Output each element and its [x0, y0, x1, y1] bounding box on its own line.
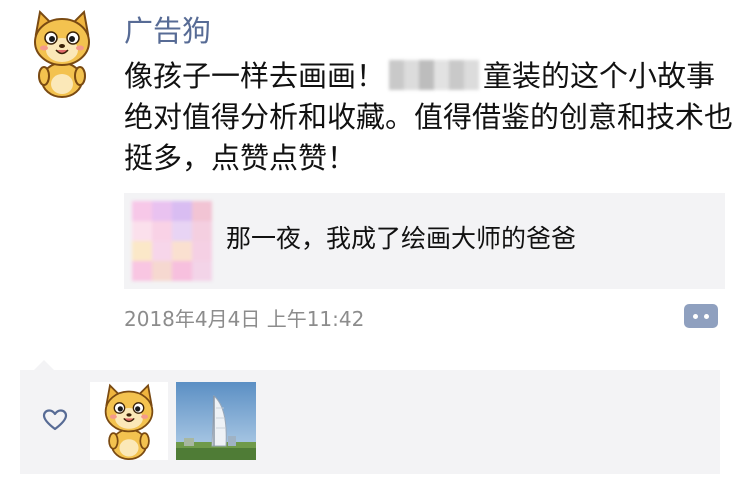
liker-avatar-shiba[interactable]: [90, 382, 168, 460]
link-thumbnail: [132, 201, 212, 281]
comment-dot: [704, 313, 709, 319]
link-title: 那一夜，我成了绘画大师的爸爸: [226, 224, 577, 253]
likes-panel: [20, 360, 720, 474]
liker-avatar-building[interactable]: [176, 382, 256, 460]
shiba-avatar-icon: [34, 9, 90, 98]
sail-tower-photo-icon: [176, 382, 256, 460]
post-text-start: 像孩子一样去画画！: [124, 59, 386, 93]
redacted-brand-name: [389, 60, 480, 90]
heart-outline-icon: [42, 409, 68, 431]
author-avatar[interactable]: [22, 8, 102, 98]
shiba-avatar-icon: [104, 383, 154, 460]
shared-link-card[interactable]: 那一夜，我成了绘画大师的爸爸: [124, 193, 725, 289]
comment-button[interactable]: [684, 304, 718, 328]
post-timestamp: 2018年4月4日 上午11:42: [124, 307, 365, 331]
comment-dots-icon: [693, 313, 698, 319]
post-text: 像孩子一样去画画！ 童装的这个小故事绝对值得分析和收藏。值得借鉴的创意和技术也挺多…: [124, 56, 734, 179]
author-name[interactable]: 广告狗: [124, 12, 211, 50]
